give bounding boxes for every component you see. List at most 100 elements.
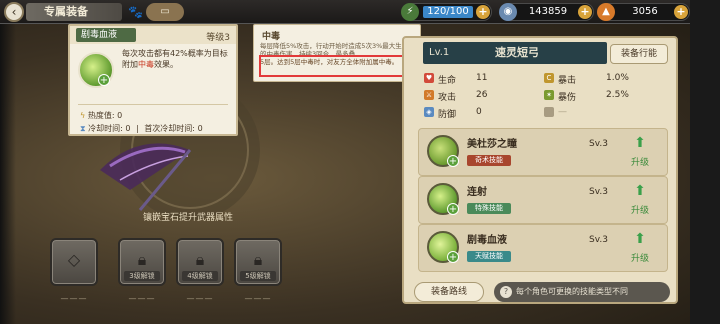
skill-row[interactable]: + 连射 特殊技能 Sv.3 ⬆ 升级: [418, 176, 668, 224]
stat-defense: ◈ 防御 0: [424, 107, 544, 120]
weapon-title-bar: Lv.1 速灵短弓: [423, 42, 607, 64]
cooldown-value: 0: [125, 124, 131, 133]
carrot-value: 3056: [632, 6, 658, 17]
skill-name: 剧毒血液: [467, 235, 507, 246]
weapon-level: Lv.1: [429, 47, 450, 58]
skill-name: 连射: [467, 187, 487, 198]
upgrade-button[interactable]: 升级: [625, 251, 655, 264]
skill-row[interactable]: + 剧毒血液 天赋技能 Sv.3 ⬆ 升级: [418, 224, 668, 272]
weapon-name: 速灵短弓: [495, 46, 539, 59]
hourglass-icon: ⧗: [80, 124, 86, 133]
top-bar: ‹ 专属装备 🐾 ▭ ⚡ 120/100 + ◉ 143859 + ▲ 3056…: [0, 0, 720, 24]
skill-tag: 天赋技能: [467, 251, 511, 262]
back-button[interactable]: ‹: [4, 2, 24, 22]
cooldown-label: 冷却时间:: [88, 124, 123, 133]
stat-name: 防御: [438, 110, 457, 120]
map-icon[interactable]: ▭: [146, 3, 184, 21]
skill-tag: 特殊技能: [467, 203, 511, 214]
gem-icon: ◉: [499, 3, 517, 21]
equipment-route-button[interactable]: 装备路线: [414, 282, 484, 302]
skill-row[interactable]: + 美杜莎之瞳 奇术技能 Sv.3 ⬆ 升级: [418, 128, 668, 176]
slot-placeholder: ———: [186, 294, 214, 303]
stat-value: 26: [476, 90, 488, 100]
stat-name: 暴击: [558, 76, 577, 86]
question-icon: ?: [500, 286, 512, 298]
gem-slot-1[interactable]: ◇: [50, 238, 98, 286]
game-screen: ‹ 专属装备 🐾 ▭ ⚡ 120/100 + ◉ 143859 + ▲ 3056…: [0, 0, 720, 324]
paw-icon[interactable]: 🐾: [128, 5, 143, 19]
heat-stat: ϟ 热度值: 0: [80, 110, 122, 121]
stat-hp: ♥ 生命 11: [424, 73, 544, 86]
plus-icon: +: [447, 203, 459, 215]
stat-crit-damage: ✶ 暴伤 2.5%: [544, 90, 664, 103]
stat-name: 暴伤: [558, 93, 577, 103]
carrot-counter: ▲ 3056 +: [597, 3, 690, 21]
empty-icon: [544, 107, 554, 117]
stat-value: 0: [476, 107, 482, 117]
skill-level: Sv.3: [589, 187, 608, 197]
cooldown-stat: ⧗ 冷却时间: 0 | 首次冷却时间: 0: [80, 124, 203, 133]
gem-slot-4[interactable]: 🔒︎ 5级解锁: [234, 238, 282, 286]
skill-tooltip: 剧毒血液 等级3 + 每次攻击都有42%概率为目标附加中毒效果。 ϟ 热度值: …: [68, 24, 238, 136]
add-carrot-button[interactable]: +: [674, 5, 688, 19]
heart-icon: ♥: [424, 73, 434, 83]
skill-tooltip-description: 每次攻击都有42%概率为目标附加中毒效果。: [122, 48, 230, 70]
divider: [78, 104, 228, 105]
stat-name: —: [558, 107, 567, 117]
highlight-box: [259, 55, 417, 77]
skill-level: Sv.3: [589, 139, 608, 149]
shield-icon: ◈: [424, 107, 434, 117]
skill-level: Sv.3: [589, 235, 608, 245]
lock-icon: 🔒︎: [253, 250, 263, 269]
equip-skill-button[interactable]: 装备行能: [610, 44, 668, 64]
heat-label: 热度值:: [87, 111, 115, 120]
energy-counter: ⚡ 120/100 +: [401, 3, 492, 21]
status-tooltip-title: 中毒: [262, 32, 281, 42]
desc-highlight: 中毒: [138, 60, 154, 69]
skill-type-note: ? 每个角色可更换的技能类型不同: [494, 282, 670, 302]
upgrade-arrow-icon[interactable]: ⬆: [625, 231, 655, 247]
add-energy-button[interactable]: +: [476, 5, 490, 19]
plus-icon: +: [447, 251, 459, 263]
slot-unlock-label: 4级解锁: [182, 271, 218, 281]
stat-value: 11: [476, 73, 488, 83]
stat-empty: —: [544, 107, 664, 119]
first-cooldown-label: 首次冷却时间:: [144, 124, 196, 133]
right-edge-bar: [690, 0, 720, 324]
skill-name: 美杜莎之瞳: [467, 139, 517, 150]
stat-name: 攻击: [438, 93, 457, 103]
upgrade-button[interactable]: 升级: [625, 203, 655, 216]
diamond-icon: ◇: [67, 250, 81, 269]
gem-hint-text: 镶嵌宝石提升武器属性: [142, 213, 233, 223]
gem-value: 143859: [528, 6, 568, 17]
slot-placeholder: ———: [128, 294, 156, 303]
gem-slot-2[interactable]: 🔒︎ 3级解锁: [118, 238, 166, 286]
stat-value: 1.0%: [606, 73, 629, 83]
plus-icon: +: [447, 155, 459, 167]
crit-damage-icon: ✶: [544, 90, 554, 100]
upgrade-button[interactable]: 升级: [625, 155, 655, 168]
skill-tooltip-level: 等级3: [206, 33, 230, 43]
skill-tooltip-name: 剧毒血液: [76, 28, 136, 42]
left-edge-shadow: [0, 24, 16, 324]
crit-icon: C: [544, 73, 554, 83]
slot-unlock-label: 5级解锁: [240, 271, 276, 281]
lock-icon: 🔒︎: [195, 250, 205, 269]
upgrade-arrow-icon[interactable]: ⬆: [625, 183, 655, 199]
slot-placeholder: ———: [60, 294, 88, 303]
lock-icon: 🔒︎: [137, 250, 147, 269]
energy-icon: ⚡: [401, 3, 419, 21]
gem-slot-3[interactable]: 🔒︎ 4级解锁: [176, 238, 224, 286]
stat-name: 生命: [438, 76, 457, 86]
stat-attack: ⚔ 攻击 26: [424, 90, 544, 103]
skill-tag: 奇术技能: [467, 155, 511, 166]
upgrade-arrow-icon[interactable]: ⬆: [625, 135, 655, 151]
note-text: 每个角色可更换的技能类型不同: [516, 287, 628, 296]
status-tooltip: 中毒 每层降低5%攻击，行动开始时造成5次3%最大生命值的中毒伤害，持续3回合，…: [253, 24, 421, 82]
plus-icon: +: [98, 74, 110, 86]
slot-unlock-label: 3级解锁: [124, 271, 160, 281]
slot-placeholder: ———: [244, 294, 272, 303]
carrot-icon: ▲: [597, 3, 615, 21]
flame-icon: ϟ: [80, 111, 86, 120]
add-gem-button[interactable]: +: [578, 5, 592, 19]
